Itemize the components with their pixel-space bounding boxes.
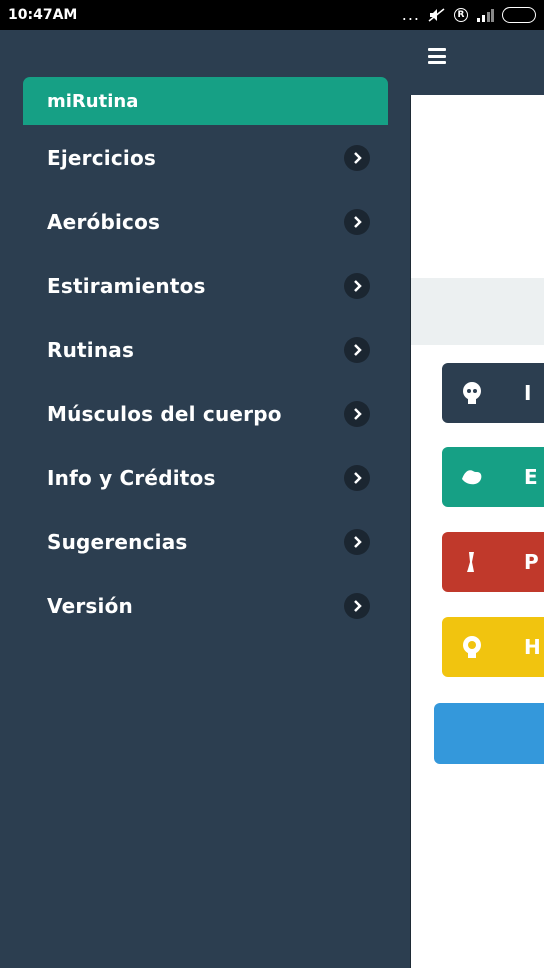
menu-item-rutinas[interactable]: Rutinas [0,318,410,382]
navigation-drawer: miRutina Ejercicios Aeróbicos Estiramien… [0,30,410,968]
status-bar: 10:47AM ... R [0,0,544,30]
chevron-right-icon [344,593,370,619]
menu-item-label: Aeróbicos [47,210,161,234]
category-button-1[interactable]: I [442,363,544,423]
signal-icon [477,9,494,22]
menu-item-ejercicios[interactable]: Ejercicios [0,126,410,190]
menu-item-label: Rutinas [47,338,135,362]
menu-item-aerobicos[interactable]: Aeróbicos [0,190,410,254]
chevron-right-icon [344,273,370,299]
chevron-right-icon [344,145,370,171]
menu-item-label: Músculos del cuerpo [47,402,282,426]
menu-item-sugerencias[interactable]: Sugerencias [0,510,410,574]
content-panel: I E P H [410,95,544,968]
category-button-4[interactable]: H [442,617,544,677]
menu-item-label: Versión [47,594,133,618]
menu-toggle-icon[interactable] [428,48,446,64]
panel-divider [411,278,544,345]
chevron-right-icon [344,209,370,235]
chevron-right-icon [344,465,370,491]
status-icons: ... R [402,7,536,23]
leg-icon [467,552,474,572]
menu-item-label: Sugerencias [47,530,188,554]
mute-icon [428,8,445,22]
chevron-right-icon [344,337,370,363]
bicep-icon [462,470,482,485]
category-button-2[interactable]: E [442,447,544,507]
menu-item-label: Ejercicios [47,146,157,170]
menu-item-estiramientos[interactable]: Estiramientos [0,254,410,318]
menu-item-label: Estiramientos [47,274,206,298]
category-letter: P [524,550,539,574]
action-button[interactable] [434,703,544,764]
brain-icon [463,382,481,404]
menu-item-label: Info y Créditos [47,466,216,490]
category-letter: I [524,381,532,405]
drawer-menu: Ejercicios Aeróbicos Estiramientos Rutin… [0,126,410,638]
chevron-right-icon [344,401,370,427]
chevron-right-icon [344,529,370,555]
drawer-header: miRutina [23,77,388,125]
registered-icon: R [454,8,468,22]
battery-icon [502,7,536,23]
category-button-3[interactable]: P [442,532,544,592]
category-letter: E [524,465,538,489]
menu-item-info-creditos[interactable]: Info y Créditos [0,446,410,510]
more-notifications-icon: ... [401,5,420,24]
menu-item-version[interactable]: Versión [0,574,410,638]
head-icon [463,636,481,658]
menu-item-musculos[interactable]: Músculos del cuerpo [0,382,410,446]
status-time: 10:47AM [8,7,78,23]
category-letter: H [524,635,541,659]
